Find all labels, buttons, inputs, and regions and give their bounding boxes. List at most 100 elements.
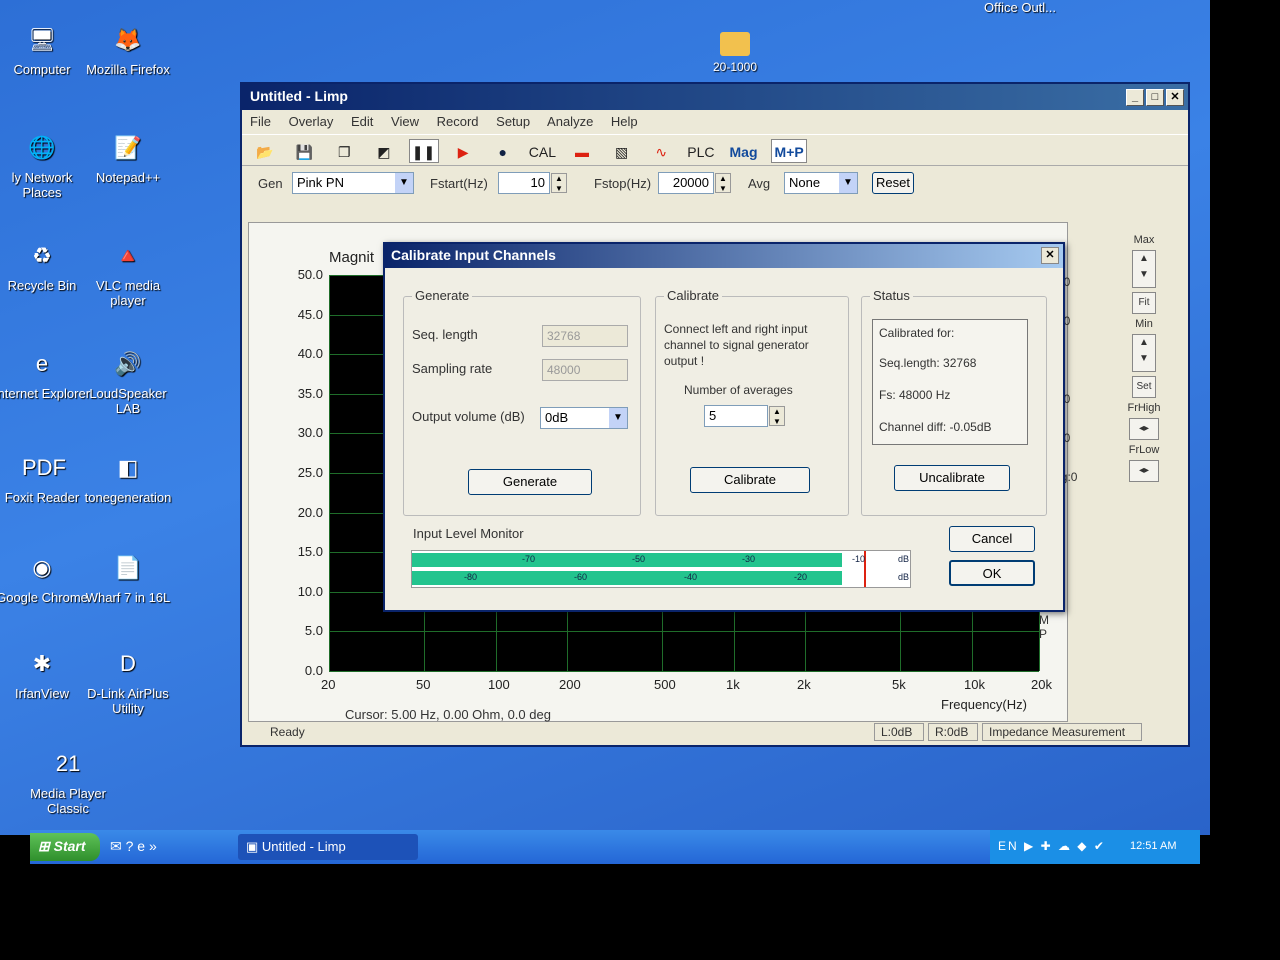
mp-button[interactable]: M+P	[771, 139, 808, 163]
menu-edit[interactable]: Edit	[351, 114, 373, 129]
dialog-titlebar[interactable]: Calibrate Input Channels ✕	[385, 244, 1063, 268]
quicklaunch-icons[interactable]: ✉ ? e »	[110, 838, 157, 855]
window-titlebar[interactable]: Untitled - Limp _ □ ✕	[242, 84, 1188, 110]
desktop-icon-label: LoudSpeaker LAB	[89, 386, 167, 416]
maximize-button[interactable]: □	[1146, 89, 1164, 106]
min-spinner[interactable]: ▲ ▼	[1132, 334, 1156, 372]
channel-icon[interactable]: ▬	[567, 139, 597, 163]
minimize-button[interactable]: _	[1126, 89, 1144, 106]
frhigh-stepper[interactable]: ◂▸	[1129, 418, 1159, 440]
desktop-icon-notepad-[interactable]: 📝 Notepad++	[78, 130, 178, 185]
copy-icon[interactable]: ❐	[329, 139, 359, 163]
chevron-down-icon: ▼	[395, 173, 413, 193]
ok-button[interactable]: OK	[949, 560, 1035, 586]
x-tick-label: 500	[654, 677, 676, 692]
wave-icon[interactable]: ∿	[646, 139, 676, 163]
menu-setup[interactable]: Setup	[496, 114, 530, 129]
y-tick-label: 30.0	[297, 425, 323, 441]
desktop-icon-mozilla-firefox[interactable]: 🦊 Mozilla Firefox	[78, 22, 178, 77]
desktop-icon-media-player-classic[interactable]: 21 Media Player Classic	[18, 746, 118, 816]
menu-record[interactable]: Record	[437, 114, 479, 129]
calibrate-group: Calibrate Connect left and right input c…	[655, 288, 849, 516]
left-meter-tick: -30	[742, 554, 756, 564]
fstop-spinner[interactable]: ▲ ▼	[715, 173, 731, 193]
averages-spinner[interactable]: ▲ ▼	[769, 406, 785, 426]
ly-network-places-icon: 🌐	[28, 135, 56, 160]
tonegeneration-icon: ◧	[117, 455, 139, 480]
y-tick-label: 45.0	[297, 306, 323, 322]
seq-length-label: Seq. length	[412, 327, 478, 342]
filter-icon[interactable]: ▧	[607, 139, 637, 163]
menu-overlay[interactable]: Overlay	[289, 114, 334, 129]
desktop-folder[interactable]: 20-1000	[705, 32, 765, 74]
calibrate-group-title: Calibrate	[664, 288, 723, 303]
mag-button[interactable]: Mag	[726, 139, 762, 163]
max-spinner[interactable]: ▲ ▼	[1132, 250, 1156, 288]
save-icon[interactable]: 💾	[290, 139, 320, 163]
scale-panel: Max ▲ ▼ Fit Min ▲ ▼ Set FrHigh ◂▸ FrLow ◂▸	[1114, 234, 1174, 574]
pause-icon[interactable]: ❚❚	[408, 139, 439, 163]
taskbar-item-limp[interactable]: ▣ Untitled - Limp	[238, 834, 418, 860]
uncalibrate-button[interactable]: Uncalibrate	[894, 465, 1010, 491]
google-chrome-icon: ◉	[32, 555, 52, 580]
irfanview-icon: ✱	[32, 651, 52, 676]
plc-button[interactable]: PLC	[686, 139, 716, 163]
frlow-stepper[interactable]: ◂▸	[1129, 460, 1159, 482]
reset-button[interactable]: Reset	[872, 172, 914, 194]
desktop-icon-label: Internet Explorer	[0, 386, 91, 401]
record-icon[interactable]: ●	[488, 139, 518, 163]
menu-file[interactable]: File	[250, 114, 271, 129]
seq-length-field: 32768	[542, 325, 628, 347]
cal-button[interactable]: CAL	[527, 139, 557, 163]
menu-help[interactable]: Help	[611, 114, 638, 129]
avg-select[interactable]: None ▼	[784, 172, 858, 194]
desktop-icon-vlc-media-player[interactable]: 🔺 VLC media player	[78, 238, 178, 308]
desktop-label-office[interactable]: Office Outl...	[984, 0, 1056, 15]
y-tick-label: 20.0	[297, 504, 323, 520]
menu-view[interactable]: View	[391, 114, 419, 129]
x-tick-label: 20	[321, 677, 336, 692]
dialog-close-button[interactable]: ✕	[1041, 247, 1059, 264]
desktop-icon-tonegeneration[interactable]: ◧ tonegeneration	[78, 450, 178, 505]
averages-input[interactable]: 5 ▲ ▼	[704, 405, 785, 427]
fstop-input[interactable]: 20000 ▲ ▼	[658, 172, 731, 194]
calibrate-instructions: Connect left and right input channel to …	[664, 322, 809, 368]
gen-label: Gen	[258, 176, 283, 191]
fstart-input[interactable]: 10 ▲ ▼	[498, 172, 567, 194]
fstart-spinner[interactable]: ▲ ▼	[551, 173, 567, 193]
frlow-label: FrLow	[1128, 444, 1160, 456]
tray-icons[interactable]: EN ▶ ✚ ☁ ◆ ✔	[998, 839, 1106, 853]
open-icon[interactable]: 📂	[250, 139, 280, 163]
app-icon: ▣	[246, 839, 262, 854]
y-tick-label: 40.0	[297, 346, 323, 362]
gen-select[interactable]: Pink PN ▼	[292, 172, 414, 194]
right-meter-tick: -60	[574, 572, 588, 582]
media-player-classic-icon: 21	[55, 751, 81, 776]
start-button[interactable]: ⊞ Start	[30, 833, 100, 861]
fit-button[interactable]: Fit	[1132, 292, 1156, 314]
chevron-down-icon: ▼	[609, 408, 627, 428]
menu-analyze[interactable]: Analyze	[547, 114, 593, 129]
status-line-fs: Fs: 48000 Hz	[879, 388, 951, 402]
desktop-icon-d-link-airplus-utility[interactable]: D D-Link AirPlus Utility	[78, 646, 178, 716]
notepad--icon: 📝	[114, 135, 142, 160]
left-meter-tick: -70	[522, 554, 536, 564]
overlay-icon[interactable]: ◩	[369, 139, 399, 163]
cancel-button[interactable]: Cancel	[949, 526, 1035, 552]
generate-button[interactable]: Generate	[468, 469, 592, 495]
status-mode: Impedance Measurement	[982, 723, 1142, 741]
output-volume-select[interactable]: 0dB ▼	[540, 407, 628, 429]
close-button[interactable]: ✕	[1166, 89, 1184, 106]
set-button[interactable]: Set	[1132, 376, 1156, 398]
sampling-rate-field: 48000	[542, 359, 628, 381]
status-ready: Ready	[270, 725, 305, 739]
x-tick-label: 50	[416, 677, 431, 692]
folder-label: 20-1000	[712, 60, 758, 74]
averages-value: 5	[709, 408, 717, 423]
folder-icon	[720, 32, 750, 56]
desktop-icon-wharf-7-in-16l[interactable]: 📄 Wharf 7 in 16L	[78, 550, 178, 605]
calibrate-button[interactable]: Calibrate	[690, 467, 810, 493]
play-icon[interactable]: ▶	[448, 139, 478, 163]
generate-group-title: Generate	[412, 288, 473, 303]
desktop-icon-loudspeaker-lab[interactable]: 🔊 LoudSpeaker LAB	[78, 346, 178, 416]
